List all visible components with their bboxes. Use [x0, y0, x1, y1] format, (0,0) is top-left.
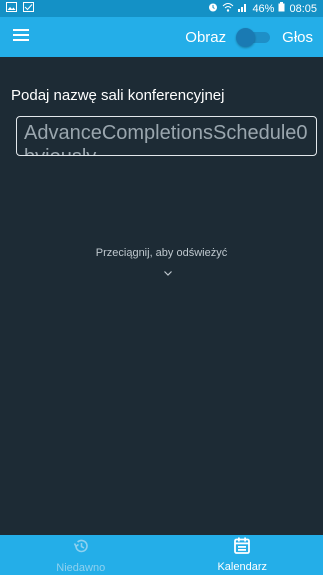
nav-label-calendar: Kalendarz	[217, 561, 268, 573]
mode-toggle[interactable]	[236, 27, 272, 47]
toggle-thumb	[236, 28, 256, 47]
clock: 08:05	[289, 2, 317, 15]
image-notification-icon	[23, 2, 34, 15]
bottom-navigation: Niedawno Kalendarz	[0, 535, 323, 575]
battery-percent: 46%	[252, 2, 275, 15]
status-bar: 46% 08:05	[0, 0, 323, 17]
mode-label-voice: Głos	[282, 28, 313, 46]
room-name-label: Podaj nazwę sali konferencyjnej	[11, 87, 225, 104]
mode-label-image: Obraz	[185, 28, 227, 46]
chevron-down-icon	[164, 263, 172, 281]
room-name-input[interactable]: AdvanceCompletionsSchedule0bviously	[16, 116, 317, 156]
nav-item-calendar[interactable]: Kalendarz	[162, 535, 323, 575]
calendar-icon	[234, 537, 251, 559]
nav-item-recent[interactable]: Niedawno	[0, 535, 162, 575]
battery-icon	[278, 2, 285, 15]
history-icon	[72, 537, 90, 560]
hamburger-menu-icon	[13, 28, 29, 46]
nav-label-recent: Niedawno	[56, 561, 106, 574]
menu-button[interactable]	[10, 26, 32, 48]
app-bar: Obraz Głos	[0, 17, 323, 57]
signal-icon	[238, 2, 248, 15]
pull-to-refresh-hint: Przeciągnij, aby odświeżyć	[95, 247, 228, 259]
alarm-icon	[208, 2, 218, 15]
gallery-notification-icon	[6, 2, 17, 15]
wifi-icon	[222, 2, 234, 15]
